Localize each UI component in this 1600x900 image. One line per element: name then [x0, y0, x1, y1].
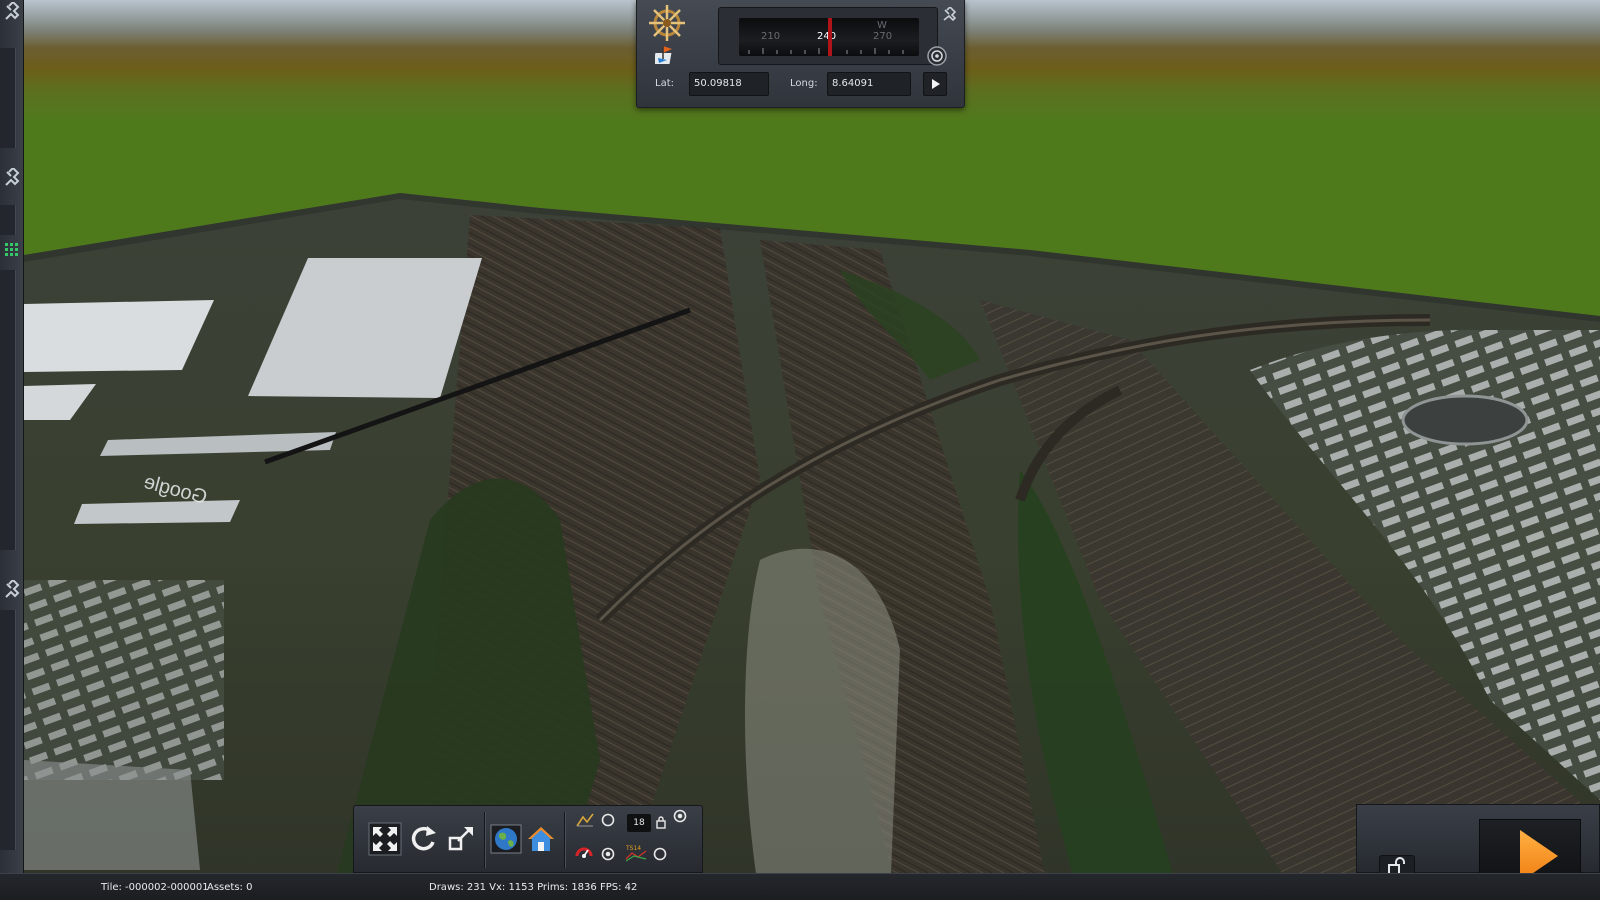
left-side-panel — [0, 0, 24, 873]
radio-option[interactable] — [672, 808, 690, 824]
lat-field[interactable]: 50.09818 — [689, 72, 769, 96]
long-label: Long: — [790, 78, 818, 89]
left-panel-slot[interactable] — [0, 270, 16, 550]
heading-display: W 210 240 270 — [739, 18, 919, 56]
lock-small-icon[interactable] — [654, 814, 672, 830]
grid-icon[interactable] — [2, 242, 22, 262]
status-assets: Assets: 0 — [207, 882, 253, 893]
home-icon[interactable] — [524, 822, 558, 856]
location-flag-icon[interactable] — [653, 44, 677, 66]
toolbar-separator — [564, 812, 565, 868]
pin-icon[interactable] — [2, 578, 22, 600]
world-map-icon[interactable] — [489, 822, 523, 856]
lat-label: Lat: — [655, 78, 674, 89]
target-icon[interactable] — [926, 45, 948, 67]
compass-icon[interactable] — [647, 3, 687, 43]
left-panel-slot[interactable] — [0, 205, 16, 235]
status-tile: Tile: -000002-000001 — [101, 882, 209, 893]
radio-option[interactable] — [600, 846, 618, 862]
pin-icon[interactable] — [942, 5, 957, 22]
fullscreen-icon[interactable] — [368, 822, 402, 856]
long-field[interactable]: 8.64091 — [827, 72, 911, 96]
left-panel-slot[interactable] — [0, 610, 16, 850]
bottom-right-panel — [1356, 804, 1600, 889]
heading-indicator[interactable]: W 210 240 270 — [718, 7, 938, 65]
status-performance: Draws: 231 Vx: 1153 Prims: 1836 FPS: 42 — [429, 882, 638, 893]
compass-panel: W 210 240 270 Lat: 50.09818 Long: 8.6409… — [636, 0, 965, 108]
go-to-location-button[interactable] — [923, 72, 947, 96]
ts-icon[interactable]: TS14 — [624, 843, 648, 862]
terrain-tool-icon[interactable] — [576, 812, 594, 828]
heading-needle — [828, 18, 832, 56]
left-panel-slot[interactable] — [0, 48, 16, 148]
pin-icon[interactable] — [2, 0, 22, 22]
3d-viewport[interactable]: Google — [0, 0, 1600, 900]
terrain-scene: Google — [0, 0, 1600, 900]
resize-icon[interactable] — [444, 822, 478, 856]
bottom-toolbar: 18 TS14 — [353, 805, 703, 873]
counter-display: 18 — [627, 814, 651, 832]
radio-option[interactable] — [652, 846, 670, 862]
status-bar: Tile: -000002-000001 Assets: 0 Draws: 23… — [0, 873, 1600, 900]
radio-option[interactable] — [600, 812, 618, 828]
speed-icon[interactable] — [574, 844, 593, 860]
svg-text:TS14: TS14 — [625, 845, 641, 852]
toolbar-separator — [484, 812, 485, 868]
reset-rotation-icon[interactable] — [406, 822, 440, 856]
pin-icon[interactable] — [2, 166, 22, 188]
play-arrow-icon — [932, 79, 940, 89]
